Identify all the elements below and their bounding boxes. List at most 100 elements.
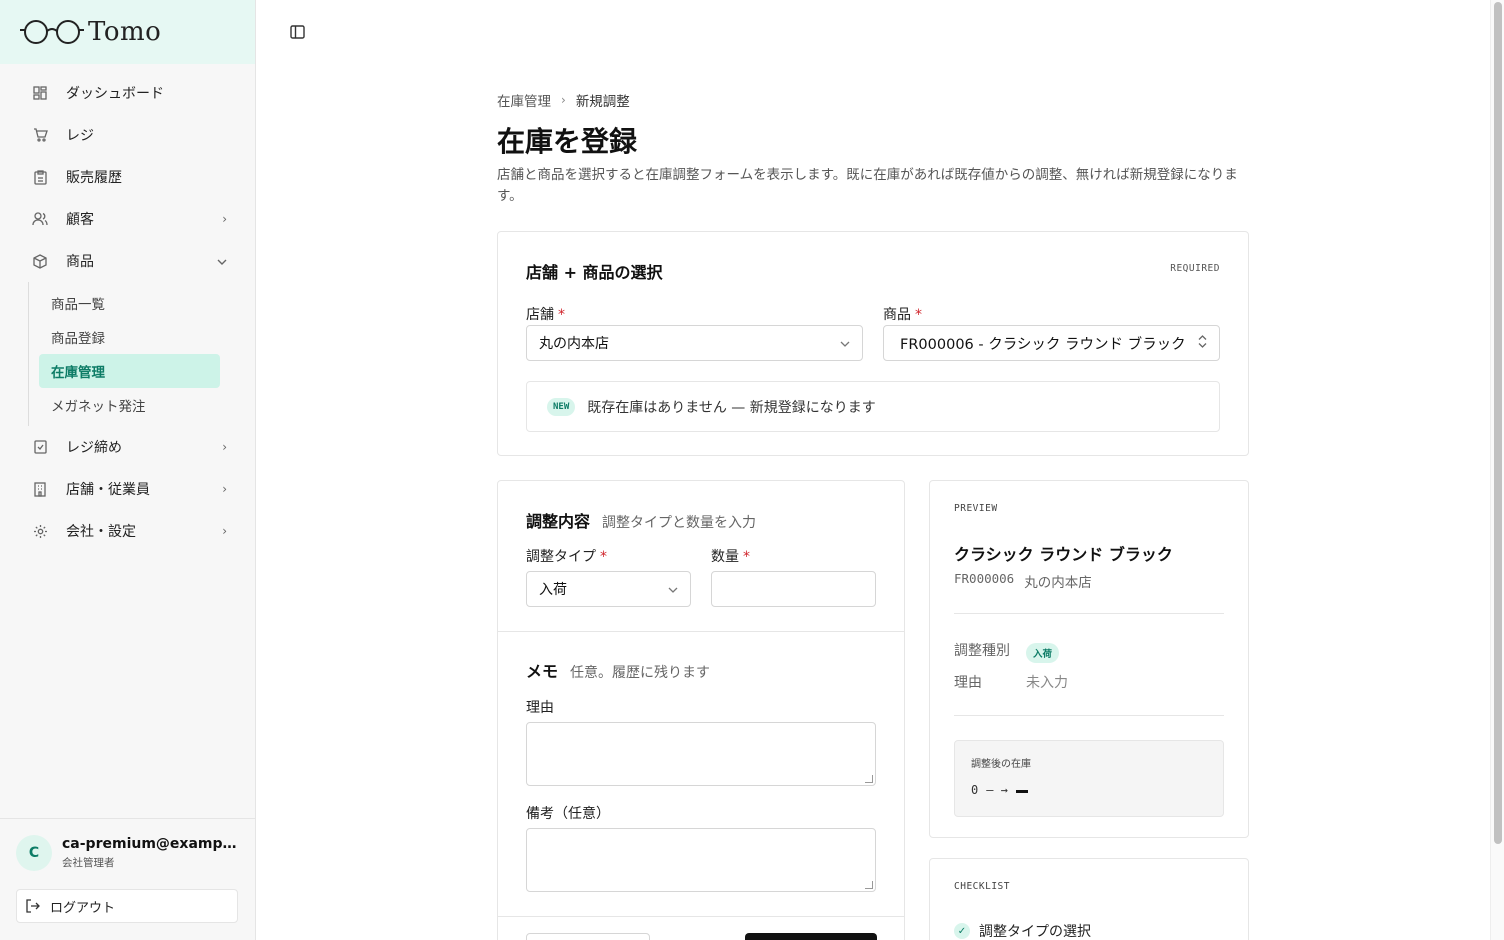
reason-field-label: 理由 (526, 700, 554, 716)
preview-product-code: FR000006 (954, 571, 1015, 586)
users-icon (32, 211, 48, 227)
preview-tag: PREVIEW (954, 503, 998, 514)
quantity-input[interactable] (711, 571, 876, 607)
chevron-right-icon: › (222, 482, 227, 496)
type-field-label: 調整タイプ * (526, 546, 607, 566)
checklist-tag: CHECKLIST (954, 881, 1010, 892)
sidebar-nav: ダッシュボード レジ 販売履歴 顧客 › 商品 商品一覧 商品登録 在庫管理 メ… (0, 64, 255, 552)
sidebar-item-label: レジ締め (66, 440, 122, 456)
breadcrumb-current: 新規調整 (575, 94, 630, 110)
page-title: 在庫を登録 (497, 125, 638, 158)
breadcrumb-parent[interactable]: 在庫管理 (497, 90, 551, 110)
notice-text: 既存在庫はありません — 新規登録になります (587, 399, 876, 416)
products-subnav: 商品一覧 商品登録 在庫管理 メガネット発注 (28, 282, 255, 426)
user-meta: ca-premium@example.com 会社管理者 (62, 836, 238, 870)
product-label-text: 商品 (883, 307, 911, 323)
sidebar-item-products[interactable]: 商品 (0, 240, 255, 282)
sidebar-subitem-inventory[interactable]: 在庫管理 (39, 354, 220, 388)
note-textarea[interactable] (526, 828, 876, 892)
sidebar-item-company-settings[interactable]: 会社・設定 › (0, 510, 255, 552)
preview-type-key: 調整種別 (954, 643, 1010, 659)
sidebar-item-label: レジ (66, 128, 94, 144)
box-icon (32, 253, 48, 269)
qty-label-text: 数量 (711, 549, 739, 565)
submit-button[interactable] (745, 933, 877, 940)
preview-product-meta: FR000006 丸の内本店 (954, 571, 1092, 591)
type-label-text: 調整タイプ (526, 549, 596, 565)
user-role: 会社管理者 (62, 857, 115, 869)
app-name: Tomo (88, 17, 162, 47)
page-scrollbar[interactable] (1490, 0, 1504, 940)
resize-grip-icon (865, 775, 873, 783)
required-star: * (558, 307, 565, 323)
store-select[interactable]: 丸の内本店 (526, 325, 863, 361)
section-divider (498, 631, 904, 632)
stock-new-placeholder (1015, 790, 1028, 793)
required-star: * (743, 549, 750, 565)
avatar: C (16, 835, 52, 871)
breadcrumb-separator-icon: › (561, 93, 566, 107)
breadcrumb: 在庫管理 › 新規調整 (497, 90, 630, 110)
checklist-item: ✓ 調整タイプの選択 (954, 921, 1091, 940)
checklist-card: CHECKLIST ✓ 調整タイプの選択 (929, 858, 1249, 940)
chevron-down-icon (840, 337, 850, 350)
scrollbar-thumb[interactable] (1494, 2, 1502, 844)
preview-divider (954, 715, 1224, 716)
chevron-right-icon: › (222, 524, 227, 538)
sidebar-item-stores-staff[interactable]: 店舗・従業員 › (0, 468, 255, 510)
sidebar-item-customers[interactable]: 顧客 › (0, 198, 255, 240)
preview-reason-key: 理由 (954, 675, 982, 691)
resize-grip-icon (865, 881, 873, 889)
memo-subtitle: 任意。履歴に残ります (570, 665, 711, 681)
section-divider (498, 916, 904, 917)
preview-store: 丸の内本店 (1024, 575, 1092, 591)
note-field-label: 備考（任意） (526, 806, 610, 822)
preview-product-name: クラシック ラウンド ブラック (954, 545, 1173, 564)
store-product-select-card: 店舗 + 商品の選択 REQUIRED 店舗 * 丸の内本店 商品 * FR0000… (497, 231, 1249, 456)
logout-icon (25, 899, 40, 913)
adjustment-type-select[interactable]: 入荷 (526, 571, 691, 607)
sidebar-item-label: ダッシュボード (66, 86, 164, 102)
logout-label: ログアウト (50, 900, 116, 916)
check-icon: ✓ (954, 923, 970, 939)
sidebar-item-label: 販売履歴 (66, 170, 122, 186)
logout-button[interactable]: ログアウト (16, 889, 238, 923)
logo-bar: Tomo (0, 0, 255, 64)
required-star: * (600, 549, 607, 565)
store-select-value: 丸の内本店 (539, 336, 609, 352)
page-description: 店舗と商品を選択すると在庫調整フォームを表示します。既に在庫があれば既存値からの… (497, 167, 1238, 204)
stock-notice: NEW 既存在庫はありません — 新規登録になります (526, 381, 1220, 432)
sidebar-item-register-close[interactable]: レジ締め › (0, 426, 255, 468)
chevron-down-icon (217, 254, 227, 268)
new-badge: NEW (547, 397, 576, 416)
user-email: ca-premium@example.com (62, 836, 238, 852)
store-label-text: 店舗 (526, 307, 554, 323)
chevron-right-icon: › (222, 212, 227, 226)
sidebar-subitem-meganet-order[interactable]: メガネット発注 (39, 388, 220, 422)
memo-section-title: メモ 任意。履歴に残ります (526, 658, 710, 682)
store-field-label: 店舗 * (526, 304, 565, 324)
adjustment-title: 調整内容 (526, 512, 591, 531)
sidebar-item-sales-history[interactable]: 販売履歴 (0, 156, 255, 198)
preview-divider (954, 613, 1224, 614)
card-title: 店舗 + 商品の選択 (526, 263, 663, 282)
chevron-updown-icon (1198, 335, 1207, 351)
adjustment-card: 調整内容 調整タイプと数量を入力 調整タイプ * 入荷 数量 * メモ 任意。履歴に… (497, 480, 905, 940)
adjustment-section-title: 調整内容 調整タイプと数量を入力 (526, 508, 756, 532)
sidebar-item-dashboard[interactable]: ダッシュボード (0, 72, 255, 114)
product-combobox-value: FR000006 - クラシック ラウンド ブラック (900, 336, 1186, 353)
cart-icon (32, 127, 48, 143)
sidebar-toggle-icon (290, 25, 305, 39)
sidebar-toggle-button[interactable] (289, 24, 307, 40)
cancel-button[interactable] (526, 933, 650, 940)
sidebar-subitem-product-list[interactable]: 商品一覧 (39, 286, 220, 320)
sidebar-item-label: 顧客 (66, 212, 94, 228)
user-box: C ca-premium@example.com 会社管理者 ログアウト (0, 818, 255, 940)
sidebar-subitem-product-register[interactable]: 商品登録 (39, 320, 220, 354)
sidebar-item-register[interactable]: レジ (0, 114, 255, 156)
chevron-right-icon: › (222, 440, 227, 454)
memo-title: メモ (526, 662, 559, 681)
product-combobox[interactable]: FR000006 - クラシック ラウンド ブラック (883, 325, 1220, 361)
reason-textarea[interactable] (526, 722, 876, 786)
sidebar-item-label: 会社・設定 (66, 524, 136, 540)
